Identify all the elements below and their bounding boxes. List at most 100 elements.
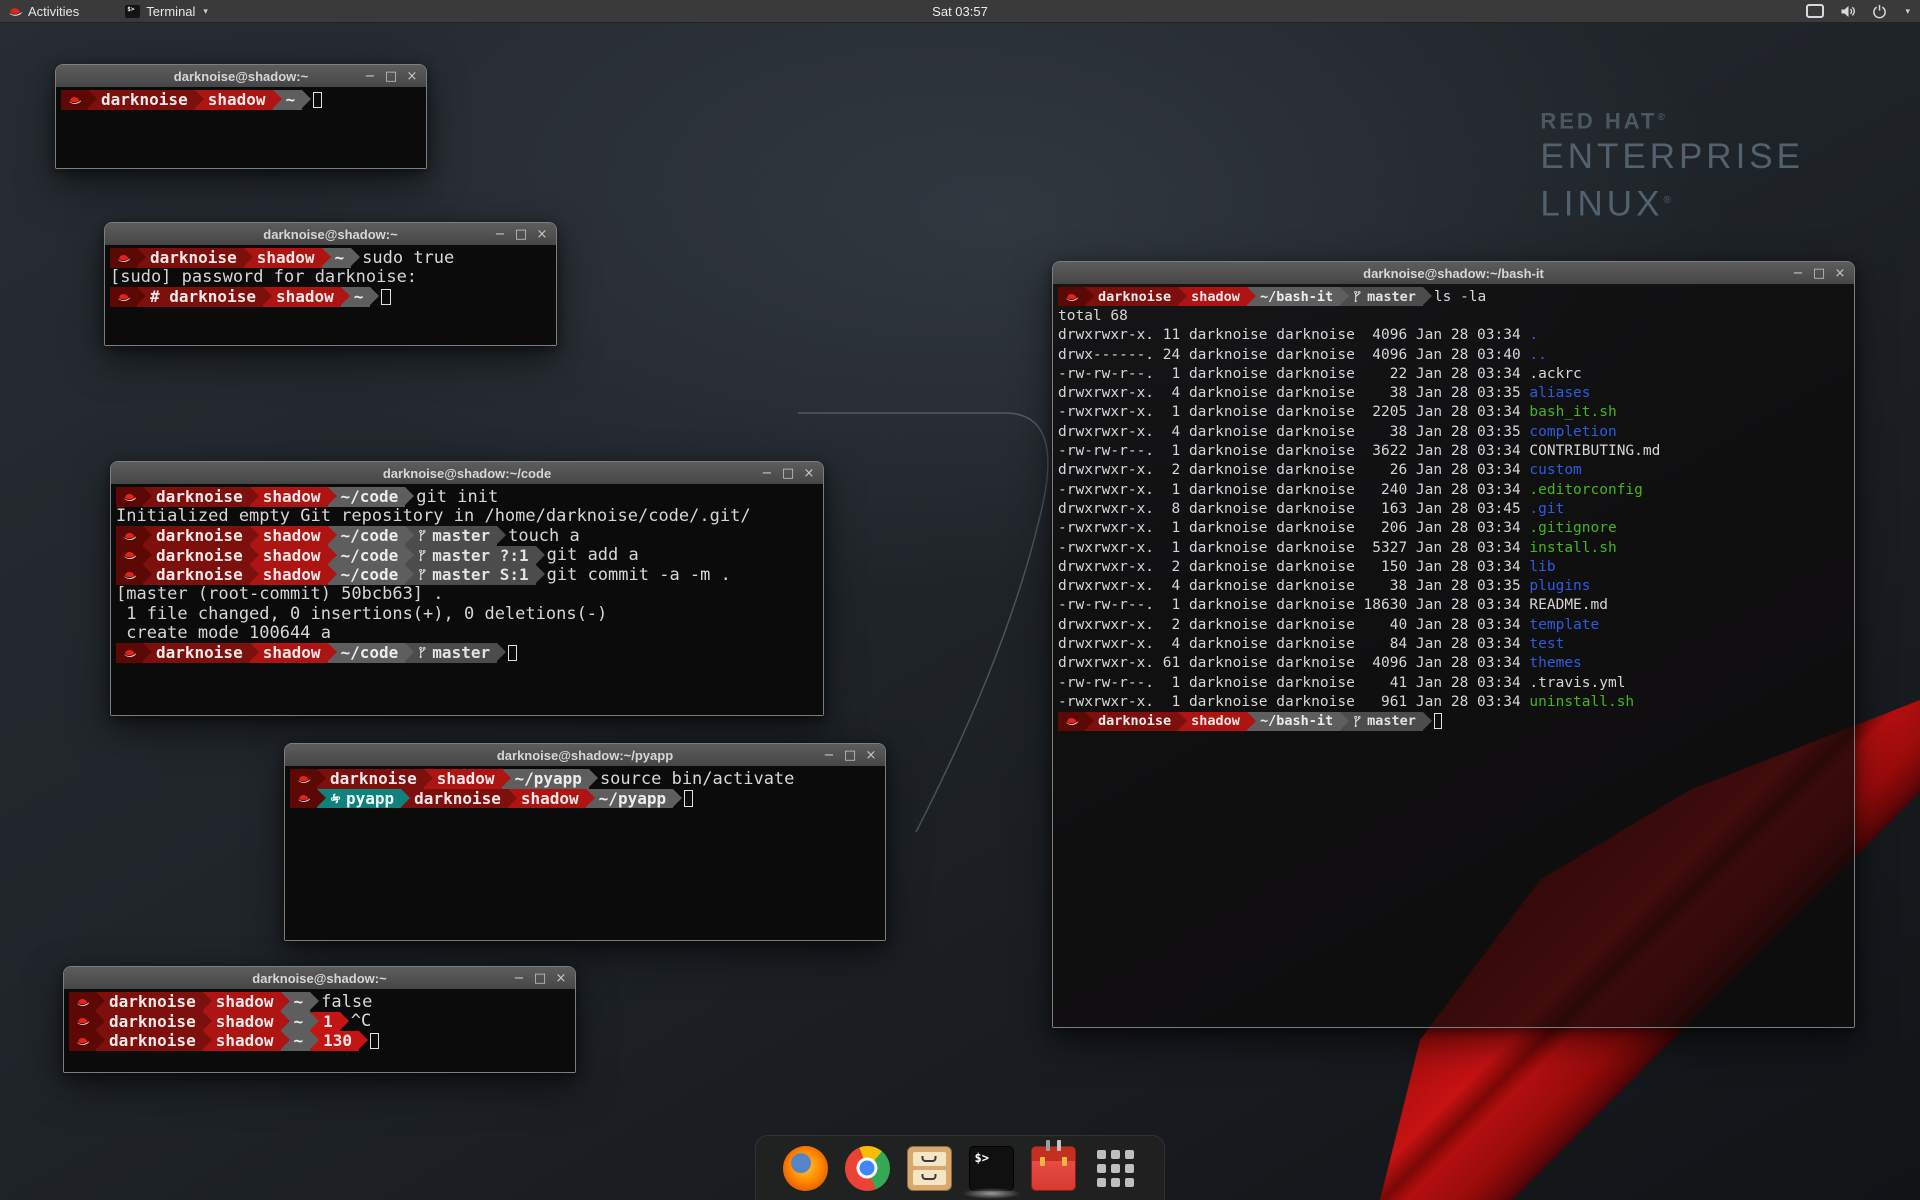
close-button[interactable]: ×: [1831, 264, 1849, 282]
terminal-line: darknoiseshadow~: [61, 90, 426, 110]
ls-filename: lib: [1529, 559, 1555, 575]
activities-button[interactable]: Activities: [0, 0, 87, 22]
prompt-segment-git: master ?:1: [405, 546, 535, 566]
ls-meta: drwxrwxr-x. 4 darknoise darknoise 38 Jan…: [1058, 385, 1529, 401]
terminal-cursor: [1434, 713, 1442, 729]
chrome-icon[interactable]: [845, 1146, 890, 1191]
terminal-window-home-small: darknoise@shadow:~ − □ × darknoiseshadow…: [55, 64, 427, 169]
firefox-icon[interactable]: [783, 1146, 828, 1191]
prompt-segment-path: ~/pyapp: [586, 789, 673, 809]
minimize-button[interactable]: −: [491, 225, 509, 243]
maximize-button[interactable]: □: [512, 225, 530, 243]
window-titlebar[interactable]: darknoise@shadow:~/code − □ ×: [111, 462, 823, 485]
ls-filename: .editorconfig: [1529, 482, 1643, 498]
terminal-line: darknoiseshadow~sudo true: [110, 248, 556, 268]
ls-filename: bash_it.sh: [1529, 404, 1616, 420]
terminal-line: drwxrwxr-x. 4 darknoise darknoise 38 Jan…: [1058, 422, 1854, 441]
terminal-content[interactable]: darknoiseshadow~/bash-itmasterls -latota…: [1053, 284, 1854, 1027]
prompt-segment-user: darknoise: [137, 248, 244, 268]
output-text: [sudo] password for darknoise:: [110, 267, 417, 287]
maximize-button[interactable]: □: [382, 67, 400, 85]
ls-meta: drwxrwxr-x. 11 darknoise darknoise 4096 …: [1058, 327, 1529, 343]
close-button[interactable]: ×: [403, 67, 421, 85]
terminal-line: -rw-rw-r--. 1 darknoise darknoise 3622 J…: [1058, 441, 1854, 460]
terminal-content[interactable]: darknoiseshadow~/codegit initInitialized…: [111, 484, 823, 715]
output-text: 1 file changed, 0 insertions(+), 0 delet…: [116, 604, 607, 624]
redhat-prompt-icon: [61, 90, 88, 110]
toolbox-icon[interactable]: [1031, 1146, 1076, 1191]
terminal-content[interactable]: darknoiseshadow~: [56, 87, 426, 168]
redhat-prompt-icon: [116, 565, 143, 585]
command-text: git commit -a -m .: [547, 565, 731, 585]
ls-filename: .: [1529, 327, 1538, 343]
maximize-button[interactable]: □: [841, 746, 859, 764]
window-titlebar[interactable]: darknoise@shadow:~ − □ ×: [64, 967, 575, 990]
maximize-button[interactable]: □: [1810, 264, 1828, 282]
window-titlebar[interactable]: darknoise@shadow:~/bash-it − □ ×: [1053, 262, 1854, 285]
system-status-area[interactable]: ▾: [1806, 0, 1920, 22]
window-controls: − □ ×: [361, 65, 421, 87]
prompt-segment-user: darknoise: [143, 546, 250, 566]
prompt-segment-git: master: [405, 526, 497, 546]
command-text: source bin/activate: [600, 769, 794, 789]
ls-meta: drwxrwxr-x. 2 darknoise darknoise 26 Jan…: [1058, 462, 1529, 478]
ls-meta: drwxrwxr-x. 2 darknoise darknoise 150 Ja…: [1058, 559, 1529, 575]
files-icon[interactable]: [907, 1146, 952, 1191]
prompt-segment-path: ~/code: [328, 487, 406, 507]
branding-red-hat: RED HAT®: [1540, 104, 1804, 135]
terminal-line: drwxrwxr-x. 4 darknoise darknoise 38 Jan…: [1058, 576, 1854, 595]
close-button[interactable]: ×: [533, 225, 551, 243]
minimize-button[interactable]: −: [1789, 264, 1807, 282]
minimize-button[interactable]: −: [820, 746, 838, 764]
terminal-line: drwxrwxr-x. 4 darknoise darknoise 84 Jan…: [1058, 634, 1854, 653]
terminal-content[interactable]: darknoiseshadow~sudo true[sudo] password…: [105, 245, 556, 345]
terminal-line: drwxrwxr-x. 2 darknoise darknoise 26 Jan…: [1058, 461, 1854, 480]
close-button[interactable]: ×: [862, 746, 880, 764]
prompt-segment-venv: pyapp: [317, 789, 401, 809]
window-titlebar[interactable]: darknoise@shadow:~ − □ ×: [56, 65, 426, 88]
terminal-content[interactable]: darknoiseshadow~falsedarknoiseshadow~1^C…: [64, 989, 575, 1072]
window-titlebar[interactable]: darknoise@shadow:~ − □ ×: [105, 223, 556, 246]
ls-filename: .gitignore: [1529, 520, 1616, 536]
prompt-segment-host: shadow: [250, 487, 328, 507]
terminal-line: create mode 100644 a: [116, 624, 823, 644]
window-title: darknoise@shadow:~: [252, 971, 386, 986]
terminal-window-sudo: darknoise@shadow:~ − □ × darknoiseshadow…: [104, 222, 557, 346]
minimize-button[interactable]: −: [510, 969, 528, 987]
close-button[interactable]: ×: [552, 969, 570, 987]
terminal-line: darknoiseshadow~/bash-itmaster: [1058, 712, 1854, 731]
prompt-segment-path: ~/bash-it: [1247, 287, 1340, 306]
ls-filename: test: [1529, 636, 1564, 652]
maximize-button[interactable]: □: [779, 464, 797, 482]
maximize-button[interactable]: □: [531, 969, 549, 987]
terminal-line: 1 file changed, 0 insertions(+), 0 delet…: [116, 604, 823, 624]
window-controls: − □ ×: [820, 744, 880, 766]
latch: [1040, 1157, 1045, 1166]
prompt-segment-user: darknoise: [1085, 287, 1178, 306]
terminal-content[interactable]: darknoiseshadow~/pyappsource bin/activat…: [285, 766, 885, 940]
chrome-center: [857, 1158, 878, 1179]
drawer-top: [913, 1152, 946, 1167]
ls-filename: uninstall.sh: [1529, 694, 1634, 710]
ls-filename: install.sh: [1529, 540, 1616, 556]
show-applications-icon[interactable]: [1093, 1146, 1138, 1191]
redhat-prompt-icon: [116, 487, 143, 507]
prompt-segment-host: shadow: [250, 643, 328, 663]
command-text: git init: [416, 487, 498, 507]
terminal-cursor: [684, 790, 693, 807]
output-text: Initialized empty Git repository in /hom…: [116, 506, 751, 526]
minimize-button[interactable]: −: [361, 67, 379, 85]
app-menu-terminal[interactable]: $> Terminal ▾: [117, 0, 216, 22]
ls-filename: plugins: [1529, 578, 1590, 594]
terminal-icon[interactable]: $>: [969, 1146, 1014, 1191]
minimize-button[interactable]: −: [758, 464, 776, 482]
ls-filename: .ackrc: [1529, 366, 1581, 382]
ls-meta: drwx------. 24 darknoise darknoise 4096 …: [1058, 347, 1529, 363]
prompt-segment-path: ~/pyapp: [502, 769, 589, 789]
close-button[interactable]: ×: [800, 464, 818, 482]
clock[interactable]: Sat 03:57: [932, 4, 988, 19]
terminal-cursor: [508, 645, 517, 662]
window-titlebar[interactable]: darknoise@shadow:~/pyapp − □ ×: [285, 744, 885, 767]
prompt-segment-path: ~/code: [328, 643, 406, 663]
prompt-segment-host: shadow: [244, 248, 322, 268]
